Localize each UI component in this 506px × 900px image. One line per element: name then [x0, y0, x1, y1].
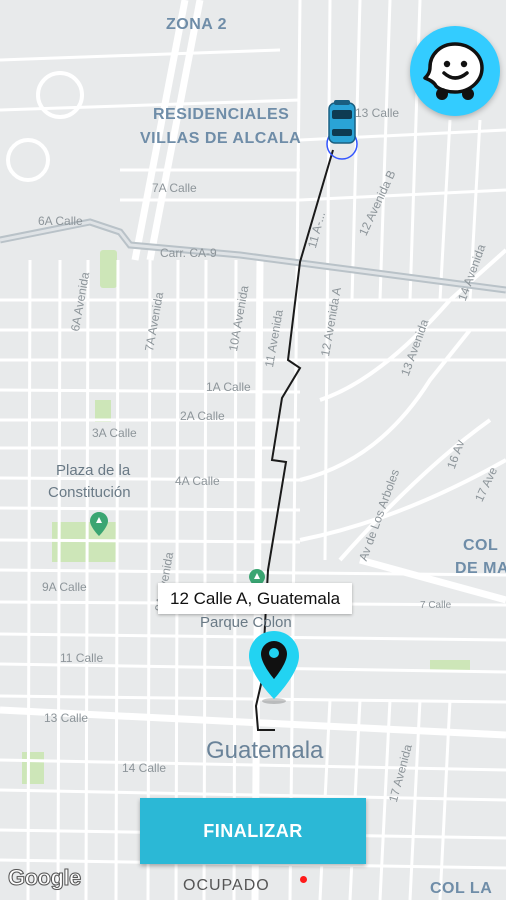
street-label: 4A Calle: [175, 474, 220, 488]
poi-label-plaza-1: Plaza de la: [56, 462, 131, 479]
status-indicator: [300, 876, 307, 883]
area-label-zona2: ZONA 2: [166, 16, 228, 33]
waze-icon: [423, 42, 484, 100]
city-label: Guatemala: [206, 737, 324, 764]
street-label: 1A Calle: [206, 380, 251, 394]
street-label: 9A Calle: [42, 580, 87, 594]
area-label-col-la: COL LA: [430, 880, 493, 897]
area-label-residenciales-2: VILLAS DE ALCALA: [140, 130, 302, 147]
street-label: 14 Calle: [122, 761, 167, 775]
area-label-residenciales-1: RESIDENCIALES: [153, 106, 290, 123]
street-label: 6A Calle: [38, 214, 83, 228]
finish-button[interactable]: FINALIZAR: [140, 798, 366, 864]
street-label: Carr. CA-9: [160, 246, 217, 260]
poi-marker-icon[interactable]: [90, 512, 108, 536]
street-label: 2A Calle: [180, 409, 225, 423]
area-label-col: COL: [463, 537, 499, 554]
street-label: 3A Calle: [92, 426, 137, 440]
destination-tooltip[interactable]: 12 Calle A, Guatemala: [158, 583, 353, 614]
street-label: 7 Calle: [420, 600, 452, 611]
street-label: 11 Calle: [60, 651, 104, 665]
waze-button[interactable]: [410, 26, 500, 116]
street-label: 13 Calle: [44, 711, 89, 725]
status-label: OCUPADO: [183, 877, 270, 894]
google-logo: Google: [8, 865, 82, 891]
map-pin-icon[interactable]: [246, 629, 302, 705]
street-label: 7A Calle: [152, 181, 197, 195]
poi-label-plaza-2: Constitución: [48, 484, 131, 501]
area-label-de-ma: DE MA: [455, 560, 506, 577]
car-icon: [326, 100, 358, 160]
